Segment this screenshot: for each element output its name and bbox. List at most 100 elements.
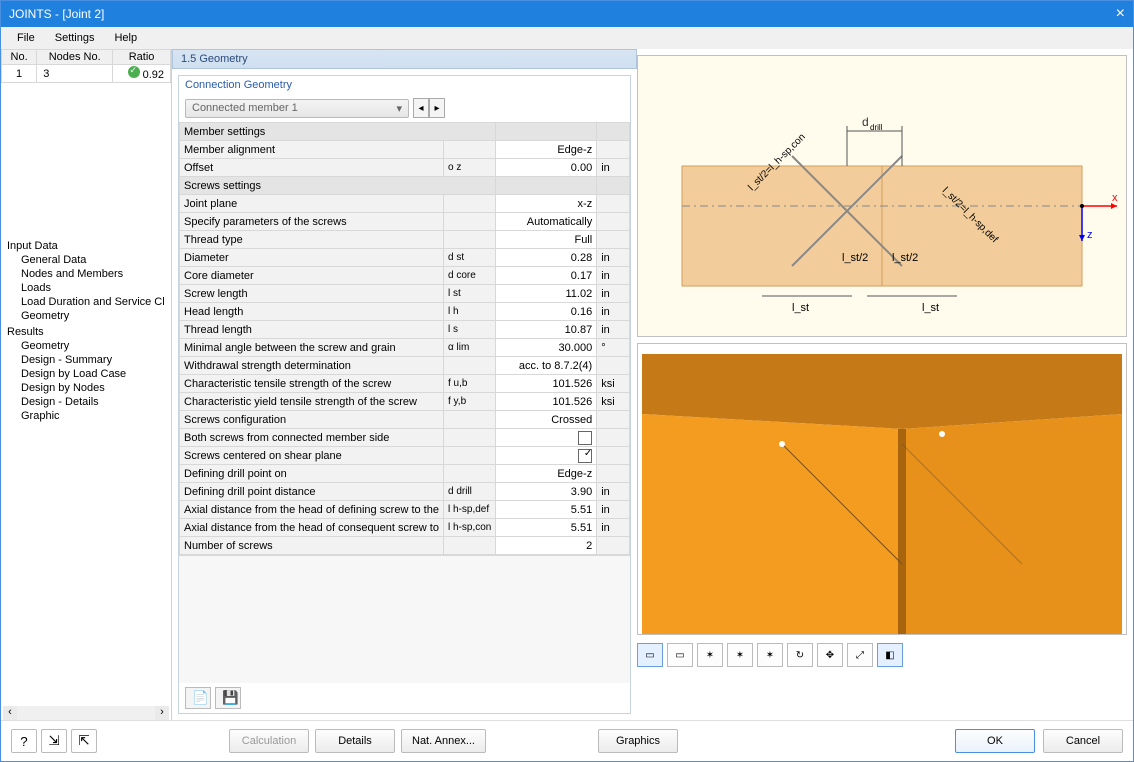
tree-item-general-data[interactable]: General Data <box>7 253 165 267</box>
tree-group-input[interactable]: Input Data <box>7 239 165 253</box>
row-label: Thread type <box>180 231 444 249</box>
view-axes-yz-button[interactable]: ✶ <box>757 643 783 667</box>
row-label: Specify parameters of the screws <box>180 213 444 231</box>
row-label: Minimal angle between the screw and grai… <box>180 339 444 357</box>
row-value[interactable]: 0.17 <box>496 267 597 285</box>
ok-button[interactable]: OK <box>955 729 1035 753</box>
row-value[interactable]: 0.00 <box>496 159 597 177</box>
table-row[interactable]: 1 3 0.92 <box>2 65 171 83</box>
tree-item-graphic[interactable]: Graphic <box>7 409 165 423</box>
footer: ? ⇲ ⇱ Calculation Details Nat. Annex... … <box>1 720 1133 761</box>
window-title: JOINTS - [Joint 2] <box>9 7 104 21</box>
row-label: Head length <box>180 303 444 321</box>
row-value[interactable]: 11.02 <box>496 285 597 303</box>
row-symbol: f y,b <box>443 393 495 411</box>
details-button[interactable]: Details <box>315 729 395 753</box>
row-label: Diameter <box>180 249 444 267</box>
row-unit: ksi <box>597 393 630 411</box>
view-zoom-button[interactable]: ⤢ <box>847 643 873 667</box>
scroll-track[interactable] <box>17 706 155 720</box>
graphics-button[interactable]: Graphics <box>598 729 678 753</box>
view-pan-button[interactable]: ✥ <box>817 643 843 667</box>
scroll-left-icon[interactable]: ‹ <box>3 706 17 720</box>
row-value[interactable]: 101.526 <box>496 393 597 411</box>
export-button[interactable]: ⇲ <box>41 729 67 753</box>
scroll-right-icon[interactable]: › <box>155 706 169 720</box>
view-iso2-button[interactable]: ▭ <box>667 643 693 667</box>
both-screws-checkbox[interactable] <box>578 431 592 445</box>
tree-item-geometry[interactable]: Geometry <box>7 309 165 323</box>
view-rotate-button[interactable]: ↻ <box>787 643 813 667</box>
tree-item-design-summary[interactable]: Design - Summary <box>7 353 165 367</box>
row-value[interactable]: 10.87 <box>496 321 597 339</box>
row-value[interactable]: 3.90 <box>496 483 597 501</box>
row-label: Defining drill point distance <box>180 483 444 501</box>
centered-checkbox[interactable] <box>578 449 592 463</box>
titlebar: JOINTS - [Joint 2] × <box>1 1 1133 27</box>
row-unit: in <box>597 519 630 537</box>
info-button[interactable]: 📄 <box>185 687 211 709</box>
row-label: Screws centered on shear plane <box>180 447 444 465</box>
property-box: Connection Geometry Connected member 1 ▾… <box>178 75 631 714</box>
next-member-button[interactable]: ▸ <box>429 98 445 118</box>
view-axes-xz-button[interactable]: ✶ <box>727 643 753 667</box>
panel-header: 1.5 Geometry <box>172 49 637 69</box>
tree-hscroll[interactable]: ‹ › <box>3 706 169 720</box>
prev-member-button[interactable]: ◂ <box>413 98 429 118</box>
tree-item-design-loadcase[interactable]: Design by Load Case <box>7 367 165 381</box>
view-axes-xy-button[interactable]: ✶ <box>697 643 723 667</box>
row-value[interactable]: 30.000 <box>496 339 597 357</box>
row-label: Withdrawal strength determination <box>180 357 444 375</box>
tree-group-results[interactable]: Results <box>7 325 165 339</box>
save-props-button[interactable]: 💾 <box>215 687 241 709</box>
calculation-button[interactable]: Calculation <box>229 729 309 753</box>
col-ratio[interactable]: Ratio <box>113 50 171 65</box>
row-value[interactable]: Edge-z <box>496 141 597 159</box>
help-icon-button[interactable]: ? <box>11 729 37 753</box>
row-value[interactable]: 101.526 <box>496 375 597 393</box>
app-window: JOINTS - [Joint 2] × File Settings Help … <box>0 0 1134 762</box>
tree-item-load-duration[interactable]: Load Duration and Service Class <box>7 295 165 309</box>
tree-item-loads[interactable]: Loads <box>7 281 165 295</box>
propbox-title: Connection Geometry <box>179 76 630 94</box>
tree-item-res-geometry[interactable]: Geometry <box>7 339 165 353</box>
row-unit: in <box>597 249 630 267</box>
row-value[interactable]: x-z <box>496 195 597 213</box>
cancel-button[interactable]: Cancel <box>1043 729 1123 753</box>
row-label: Both screws from connected member side <box>180 429 444 447</box>
member-select-value: Connected member 1 <box>192 102 298 114</box>
svg-text:x: x <box>1112 192 1118 204</box>
render-3d[interactable] <box>637 343 1127 635</box>
col-nodes[interactable]: Nodes No. <box>37 50 113 65</box>
tree-item-design-nodes[interactable]: Design by Nodes <box>7 381 165 395</box>
import-button[interactable]: ⇱ <box>71 729 97 753</box>
row-value[interactable]: Automatically <box>496 213 597 231</box>
col-no[interactable]: No. <box>2 50 37 65</box>
view-iso1-button[interactable]: ▭ <box>637 643 663 667</box>
row-symbol: l s <box>443 321 495 339</box>
nav-tree: Input Data General Data Nodes and Member… <box>1 83 171 720</box>
menu-help[interactable]: Help <box>104 30 147 46</box>
menu-settings[interactable]: Settings <box>45 30 105 46</box>
tree-item-nodes-members[interactable]: Nodes and Members <box>7 267 165 281</box>
row-label: Defining drill point on <box>180 465 444 483</box>
row-value[interactable]: 0.16 <box>496 303 597 321</box>
view-shade-button[interactable]: ◧ <box>877 643 903 667</box>
row-value[interactable]: 0.28 <box>496 249 597 267</box>
row-value[interactable]: Full <box>496 231 597 249</box>
menu-file[interactable]: File <box>7 30 45 46</box>
tree-item-design-details[interactable]: Design - Details <box>7 395 165 409</box>
close-icon[interactable]: × <box>1116 5 1125 23</box>
row-value[interactable]: acc. to 8.7.2(4) <box>496 357 597 375</box>
row-value[interactable]: Edge-z <box>496 465 597 483</box>
row-symbol: l st <box>443 285 495 303</box>
row-value[interactable]: Crossed <box>496 411 597 429</box>
row-unit: in <box>597 303 630 321</box>
schematic-diagram[interactable]: ddrill l_st/2=l_h-sp,con l_st/2=l_h-sp,d… <box>637 55 1127 337</box>
nat-annex-button[interactable]: Nat. Annex... <box>401 729 486 753</box>
member-select[interactable]: Connected member 1 ▾ <box>185 99 409 118</box>
row-value[interactable]: 5.51 <box>496 501 597 519</box>
row-value[interactable]: 2 <box>496 537 597 555</box>
row-label: Number of screws <box>180 537 444 555</box>
row-value[interactable]: 5.51 <box>496 519 597 537</box>
